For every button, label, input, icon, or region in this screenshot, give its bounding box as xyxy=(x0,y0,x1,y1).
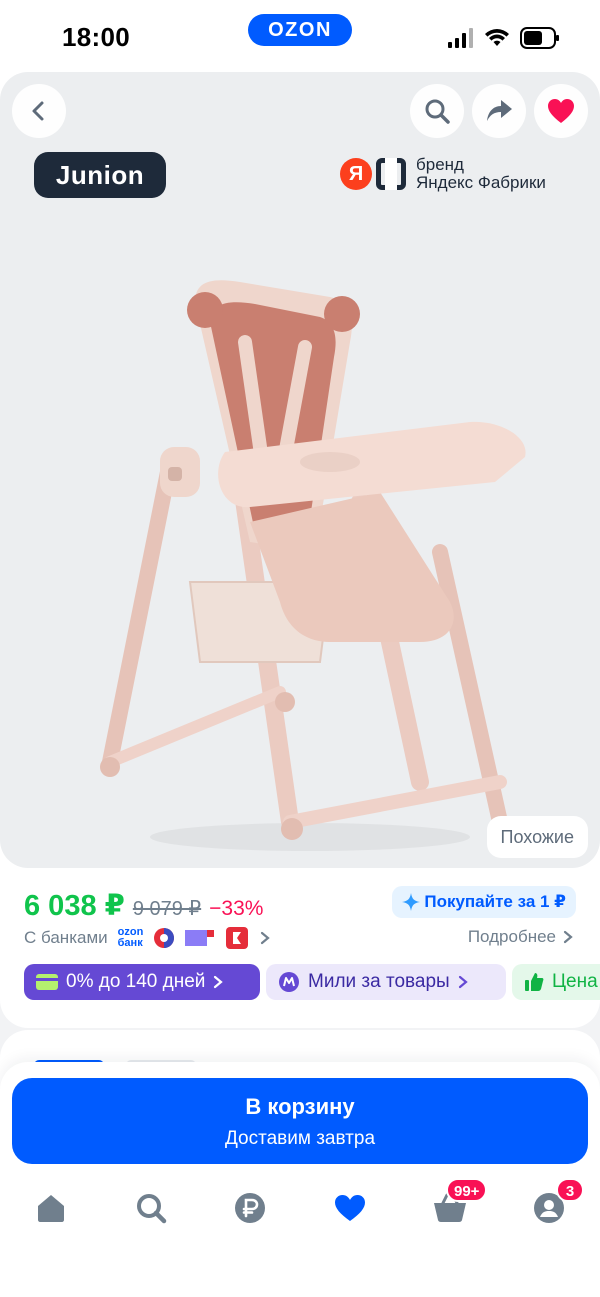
bank-offers-row[interactable]: С банками ozon банк xyxy=(24,924,271,952)
back-button[interactable] xyxy=(12,84,66,138)
old-price: 9 079 ₽ xyxy=(132,898,202,920)
current-price: 6 038 ₽ xyxy=(24,890,125,922)
details-label: Подробнее xyxy=(467,927,556,946)
cart-count-badge: 99+ xyxy=(446,1178,488,1202)
search-button[interactable] xyxy=(410,84,464,138)
battery-icon xyxy=(520,27,559,49)
heart-icon xyxy=(548,99,574,123)
banks-label: С банками xyxy=(24,928,108,947)
bank-logo-red-square-icon xyxy=(226,927,249,949)
home-icon xyxy=(38,1195,64,1222)
installment-chip[interactable]: 0% до 140 дней xyxy=(24,964,260,1000)
profile-notification-badge: 3 xyxy=(556,1178,584,1202)
chevron-right-icon xyxy=(261,931,271,945)
yandex-factory-badge: Я бренд Яндекс Фабрики xyxy=(340,156,546,192)
tab-finance[interactable] xyxy=(230,1188,270,1228)
chevron-right-icon xyxy=(214,975,224,989)
chevron-left-icon xyxy=(32,101,44,121)
benefit-chips: 0% до 140 дней Мили за товары Цена xyxy=(24,964,600,1000)
price-drop-label: Цена xyxy=(552,971,598,992)
ruble-icon xyxy=(235,1193,265,1223)
product-card: Junion Я бренд Яндекс Фабрики Похожие 6 … xyxy=(0,72,600,1028)
thumbs-up-icon xyxy=(524,972,544,992)
price-drop-chip[interactable]: Цена xyxy=(512,964,600,1000)
bank-logo-gradient-icon xyxy=(185,930,215,946)
bank-logo-red-blue-icon xyxy=(154,928,175,948)
tab-favorites[interactable] xyxy=(330,1188,370,1228)
ozon-bank-line2: банк xyxy=(117,937,143,949)
sparkle-icon xyxy=(402,893,421,911)
miles-chip[interactable]: Мили за товары xyxy=(266,964,506,1000)
favorite-button[interactable] xyxy=(534,84,588,138)
tab-search[interactable] xyxy=(131,1188,171,1228)
miles-icon xyxy=(278,971,300,993)
yandex-mark: Я xyxy=(340,158,372,190)
wifi-icon xyxy=(485,29,509,46)
delivery-subtitle: Доставим завтра xyxy=(224,1128,376,1149)
bottom-panel: В корзину Доставим завтра 99+ 3 xyxy=(0,1062,600,1297)
add-to-cart-button[interactable]: В корзину Доставим завтра xyxy=(12,1078,588,1164)
buy-for-1-ruble-chip[interactable]: Покупайте за 1 ₽ xyxy=(392,886,576,918)
status-bar: 18:00 OZON xyxy=(0,0,600,72)
details-link[interactable]: Подробнее xyxy=(468,927,574,947)
yandex-badge-line1: бренд xyxy=(416,155,464,174)
price-row: 6 038 ₽ 9 079 ₽ −33% xyxy=(24,888,263,922)
search-icon xyxy=(137,1194,167,1224)
share-button[interactable] xyxy=(472,84,526,138)
product-image xyxy=(100,280,526,851)
card-icon xyxy=(36,974,58,990)
tab-home[interactable] xyxy=(31,1188,71,1228)
bottom-tab-bar: 99+ 3 xyxy=(0,1178,600,1240)
cellular-signal-icon xyxy=(448,28,473,48)
factory-bracket-icon xyxy=(376,158,406,190)
ozon-app-pill: OZON xyxy=(248,14,352,46)
promo-label: Покупайте за 1 ₽ xyxy=(424,892,566,911)
add-to-cart-label: В корзину xyxy=(245,1094,355,1119)
yandex-badge-line2: Яндекс Фабрики xyxy=(416,173,546,192)
brand-logo: Junion xyxy=(34,152,166,198)
miles-label: Мили за товары xyxy=(308,971,450,992)
search-icon xyxy=(425,99,450,124)
system-icons xyxy=(448,26,560,50)
installment-label: 0% до 140 дней xyxy=(66,971,206,992)
heart-icon xyxy=(335,1195,365,1221)
ozon-bank-logo: ozon банк xyxy=(118,927,144,949)
yandex-badge-text: бренд Яндекс Фабрики xyxy=(416,156,546,192)
status-time: 18:00 xyxy=(62,22,130,52)
product-gallery[interactable]: Junion Я бренд Яндекс Фабрики Похожие xyxy=(0,72,600,868)
chevron-right-icon xyxy=(563,930,573,944)
similar-button[interactable]: Похожие xyxy=(486,816,588,858)
share-arrow-icon xyxy=(487,100,512,121)
chevron-right-icon xyxy=(458,975,468,989)
discount-percent: −33% xyxy=(209,897,264,920)
